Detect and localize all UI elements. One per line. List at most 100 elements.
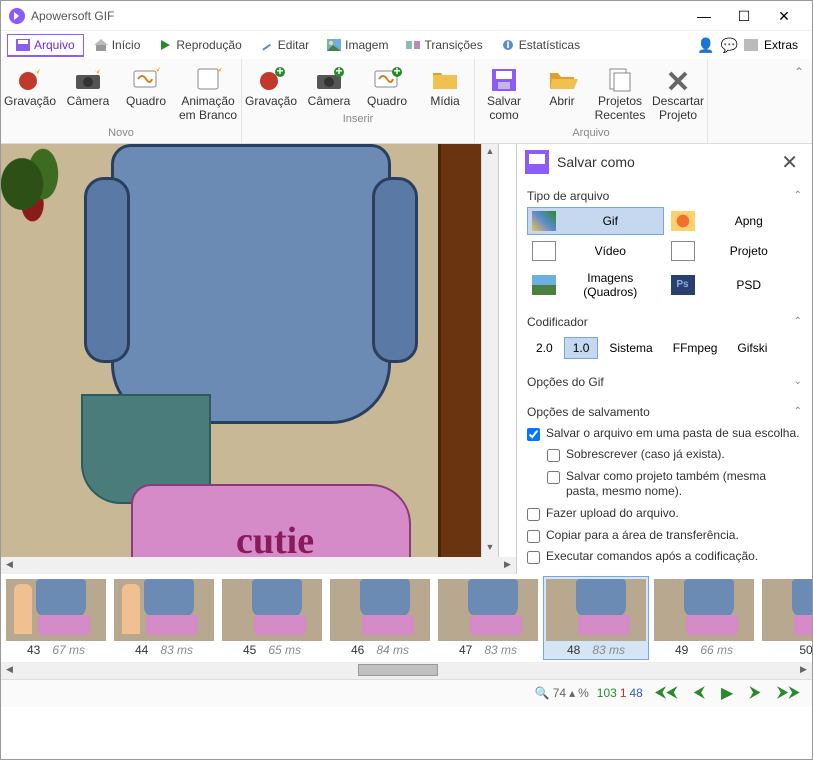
- frame-duration: 67 ms: [52, 643, 85, 657]
- new-recording-button[interactable]: Gravação: [1, 61, 59, 125]
- encoder-1-0[interactable]: 1.0: [564, 337, 599, 359]
- menu-estatisticas[interactable]: i Estatísticas: [493, 35, 588, 55]
- frames-scroll-track[interactable]: [18, 662, 795, 679]
- checkbox[interactable]: [547, 471, 560, 484]
- recent-projects-button[interactable]: Projetos Recentes: [591, 61, 649, 125]
- chat-icon[interactable]: 💬: [721, 37, 738, 54]
- save-as-panel: Salvar como ✕ Tipo de arquivo⌃ Gif Apng …: [516, 144, 812, 574]
- scroll-track[interactable]: [18, 557, 499, 574]
- insert-camera-button[interactable]: +Câmera: [300, 61, 358, 111]
- insert-media-button[interactable]: Mídia: [416, 61, 474, 111]
- user-icon[interactable]: 👤: [697, 37, 714, 54]
- frames-scroll-left[interactable]: ◀: [1, 662, 18, 679]
- ribbon-collapse-button[interactable]: ⌃: [786, 61, 812, 83]
- encoder-gifski[interactable]: Gifski: [728, 337, 776, 359]
- first-frame-button[interactable]: ⮜⮜: [651, 684, 682, 702]
- close-button[interactable]: ✕: [764, 2, 804, 30]
- menu-arquivo[interactable]: Arquivo: [7, 34, 84, 57]
- preview-hscrollbar[interactable]: ◀ ▶: [1, 557, 516, 574]
- new-camera-button[interactable]: Câmera: [59, 61, 117, 125]
- extras-label[interactable]: Extras: [764, 38, 798, 52]
- checkbox[interactable]: [527, 508, 540, 521]
- opt-commands[interactable]: Executar comandos após a codificação.: [527, 546, 802, 568]
- frame-number: 47: [459, 643, 472, 657]
- scroll-down-button[interactable]: ▼: [482, 540, 498, 557]
- zoom-stepper-icon[interactable]: ▴: [569, 686, 575, 700]
- last-frame-button[interactable]: ⮞⮞: [773, 684, 804, 702]
- psd-icon: Ps: [671, 275, 695, 295]
- frame-thumbnail[interactable]: 4966 ms: [651, 576, 757, 660]
- insert-recording-button[interactable]: +Gravação: [242, 61, 300, 111]
- frame-number: 48: [567, 643, 580, 657]
- frame-counts: 103 1 48: [597, 686, 643, 700]
- scroll-up-button[interactable]: ▲: [482, 144, 498, 161]
- filetype-header[interactable]: Tipo de arquivo⌃: [527, 185, 802, 207]
- frames-scroll-right[interactable]: ▶: [795, 662, 812, 679]
- frames-scrollbar[interactable]: ◀ ▶: [1, 662, 812, 679]
- checkbox[interactable]: [527, 551, 540, 564]
- frame-thumbnail[interactable]: 4684 ms: [327, 576, 433, 660]
- filetype-apng[interactable]: Apng: [666, 207, 803, 235]
- encoder-ffmpeg[interactable]: FFmpeg: [664, 337, 727, 359]
- opt-clipboard[interactable]: Copiar para a área de transferência.: [527, 525, 802, 547]
- scroll-left-button[interactable]: ◀: [1, 557, 18, 574]
- frame-thumbnail[interactable]: 50: [759, 576, 812, 660]
- menu-label: Reprodução: [176, 38, 241, 52]
- zoom-control[interactable]: 🔍74▴%: [535, 686, 589, 700]
- new-board-button[interactable]: Quadro: [117, 61, 175, 125]
- play-button[interactable]: ▶: [717, 683, 737, 703]
- opt-overwrite[interactable]: Sobrescrever (caso já exista).: [527, 444, 802, 466]
- menu-imagem[interactable]: Imagem: [319, 35, 396, 55]
- minimize-button[interactable]: —: [684, 2, 724, 30]
- next-frame-button[interactable]: ⮞: [745, 684, 765, 702]
- checkbox[interactable]: [527, 428, 540, 441]
- home-icon: [94, 39, 108, 51]
- frame-number: 50: [799, 643, 812, 657]
- prev-frame-button[interactable]: ⮜: [690, 684, 709, 702]
- encoder-2-0[interactable]: 2.0: [527, 337, 562, 359]
- gif-options-header[interactable]: Opções do Gif⌄: [527, 371, 802, 393]
- filetype-project[interactable]: Projeto: [666, 237, 803, 265]
- maximize-button[interactable]: ☐: [724, 2, 764, 30]
- preview-pane[interactable]: cutie ▲ ▼: [1, 144, 499, 557]
- rbtn-label: Quadro: [126, 95, 166, 109]
- frame-thumbnail[interactable]: 43 67 ms: [3, 576, 109, 660]
- new-blank-animation-button[interactable]: Animação em Branco: [175, 61, 241, 125]
- preview-image: cutie: [1, 144, 498, 557]
- menu-inicio[interactable]: Início: [86, 35, 149, 55]
- frames-strip: 43 67 ms 4483 ms4565 ms4684 ms4783 ms4883 …: [1, 574, 812, 662]
- filetype-psd[interactable]: PsPSD: [666, 267, 803, 303]
- frame-thumbnail[interactable]: 4883 ms: [543, 576, 649, 660]
- save-as-button[interactable]: Salvar como: [475, 61, 533, 125]
- frame-duration: 65 ms: [268, 643, 301, 657]
- panel-close-button[interactable]: ✕: [775, 150, 804, 175]
- insert-board-button[interactable]: +Quadro: [358, 61, 416, 111]
- open-button[interactable]: Abrir: [533, 61, 591, 125]
- opt-save-project[interactable]: Salvar como projeto também (mesma pasta,…: [527, 466, 802, 503]
- chevron-up-icon: ⌃: [794, 190, 802, 201]
- encoder-sistema[interactable]: Sistema: [600, 337, 661, 359]
- encoder-header[interactable]: Codificador⌃: [527, 311, 802, 333]
- preview-vscrollbar[interactable]: ▲ ▼: [481, 144, 498, 557]
- frames-scroll-thumb[interactable]: [358, 664, 438, 676]
- opt-upload[interactable]: Fazer upload do arquivo.: [527, 503, 802, 525]
- discard-project-button[interactable]: Descartar Projeto: [649, 61, 707, 125]
- frame-number: 43: [27, 643, 40, 657]
- checkbox[interactable]: [527, 530, 540, 543]
- filetype-gif[interactable]: Gif: [527, 207, 664, 235]
- checkbox[interactable]: [547, 449, 560, 462]
- filetype-images[interactable]: Imagens (Quadros): [527, 267, 664, 303]
- opt-save-folder[interactable]: Salvar o arquivo em uma pasta de sua esc…: [527, 423, 802, 445]
- save-icon: [16, 39, 30, 51]
- save-options-header[interactable]: Opções de salvamento⌃: [527, 401, 802, 423]
- frame-thumbnail[interactable]: 4783 ms: [435, 576, 541, 660]
- filetype-video[interactable]: Vídeo: [527, 237, 664, 265]
- menu-transicoes[interactable]: Transições: [398, 35, 490, 55]
- frame-thumbnail[interactable]: 4565 ms: [219, 576, 325, 660]
- scroll-right-button[interactable]: ▶: [499, 557, 516, 574]
- menu-editar[interactable]: Editar: [252, 35, 317, 55]
- frame-thumbnail[interactable]: 4483 ms: [111, 576, 217, 660]
- titlebar: Apowersoft GIF — ☐ ✕: [1, 1, 812, 31]
- menu-reproducao[interactable]: Reprodução: [150, 35, 249, 55]
- camera-icon: [72, 65, 104, 93]
